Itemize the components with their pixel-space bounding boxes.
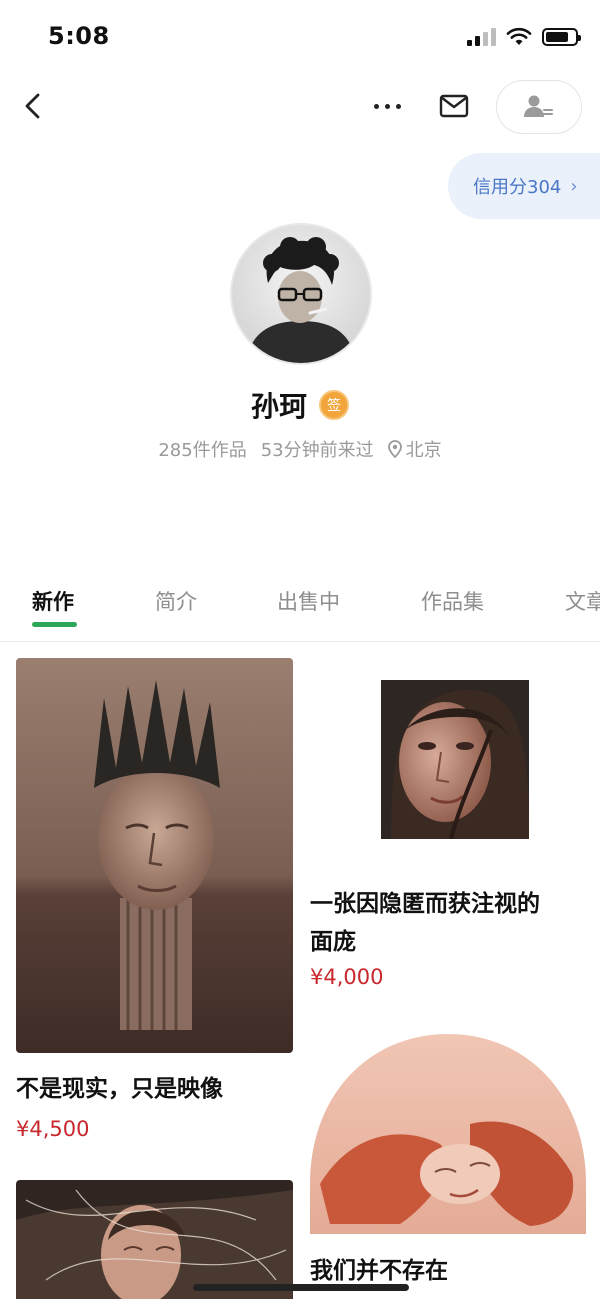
tab-articles[interactable]: 文章 xyxy=(565,586,600,616)
wifi-icon xyxy=(506,27,532,45)
tab-for-sale[interactable]: 出售中 xyxy=(277,586,340,616)
mail-button[interactable] xyxy=(438,92,470,120)
tab-intro[interactable]: 简介 xyxy=(155,586,197,616)
profile-meta: 285件作品 53分钟前来过 北京 xyxy=(0,436,600,462)
signal-icon xyxy=(467,28,496,46)
mail-icon xyxy=(439,94,469,118)
status-bar: 5:08 xyxy=(0,0,600,72)
artwork-title[interactable]: 不是现实，只是映像 xyxy=(16,1070,293,1108)
location-text: 北京 xyxy=(405,440,442,461)
more-dots-icon xyxy=(373,103,379,109)
user-follow-icon xyxy=(524,95,553,117)
works-count: 285件作品 xyxy=(158,440,247,461)
credit-score-button[interactable]: 信用分304 › xyxy=(448,153,600,219)
nav-bar xyxy=(0,72,600,140)
tab-new-works[interactable]: 新作 xyxy=(32,586,74,616)
tab-bar: 新作 简介 出售中 作品集 文章 xyxy=(0,578,600,642)
chevron-right-icon: › xyxy=(570,175,578,197)
artwork-title[interactable]: 一张因隐匿而获注视的 面庞 xyxy=(310,885,590,961)
credit-score-label: 信用分304 xyxy=(473,177,562,198)
more-button[interactable] xyxy=(368,94,406,118)
artwork-image[interactable] xyxy=(16,1180,293,1299)
profile-name-row: 孙珂 签 xyxy=(0,385,600,425)
location: 北京 xyxy=(387,436,442,462)
status-time: 5:08 xyxy=(48,22,110,50)
signed-artist-badge: 签 xyxy=(319,390,349,420)
tab-collections[interactable]: 作品集 xyxy=(421,586,484,616)
battery-icon xyxy=(542,28,581,46)
artwork-price: ¥4,500 xyxy=(16,1117,90,1141)
last-seen: 53分钟前来过 xyxy=(260,440,374,461)
profile-name: 孙珂 xyxy=(250,390,307,423)
artwork-price: ¥4,000 xyxy=(310,965,384,989)
artwork-image[interactable] xyxy=(310,1034,586,1234)
status-icons xyxy=(467,26,581,48)
active-tab-indicator xyxy=(32,622,77,627)
chevron-left-icon xyxy=(25,93,40,119)
avatar[interactable] xyxy=(230,223,372,365)
follow-button[interactable] xyxy=(496,80,582,134)
back-button[interactable] xyxy=(18,90,48,122)
home-indicator xyxy=(193,1284,409,1291)
artwork-image[interactable] xyxy=(16,658,293,1053)
location-pin-icon xyxy=(387,440,402,458)
artwork-image[interactable] xyxy=(381,680,529,839)
